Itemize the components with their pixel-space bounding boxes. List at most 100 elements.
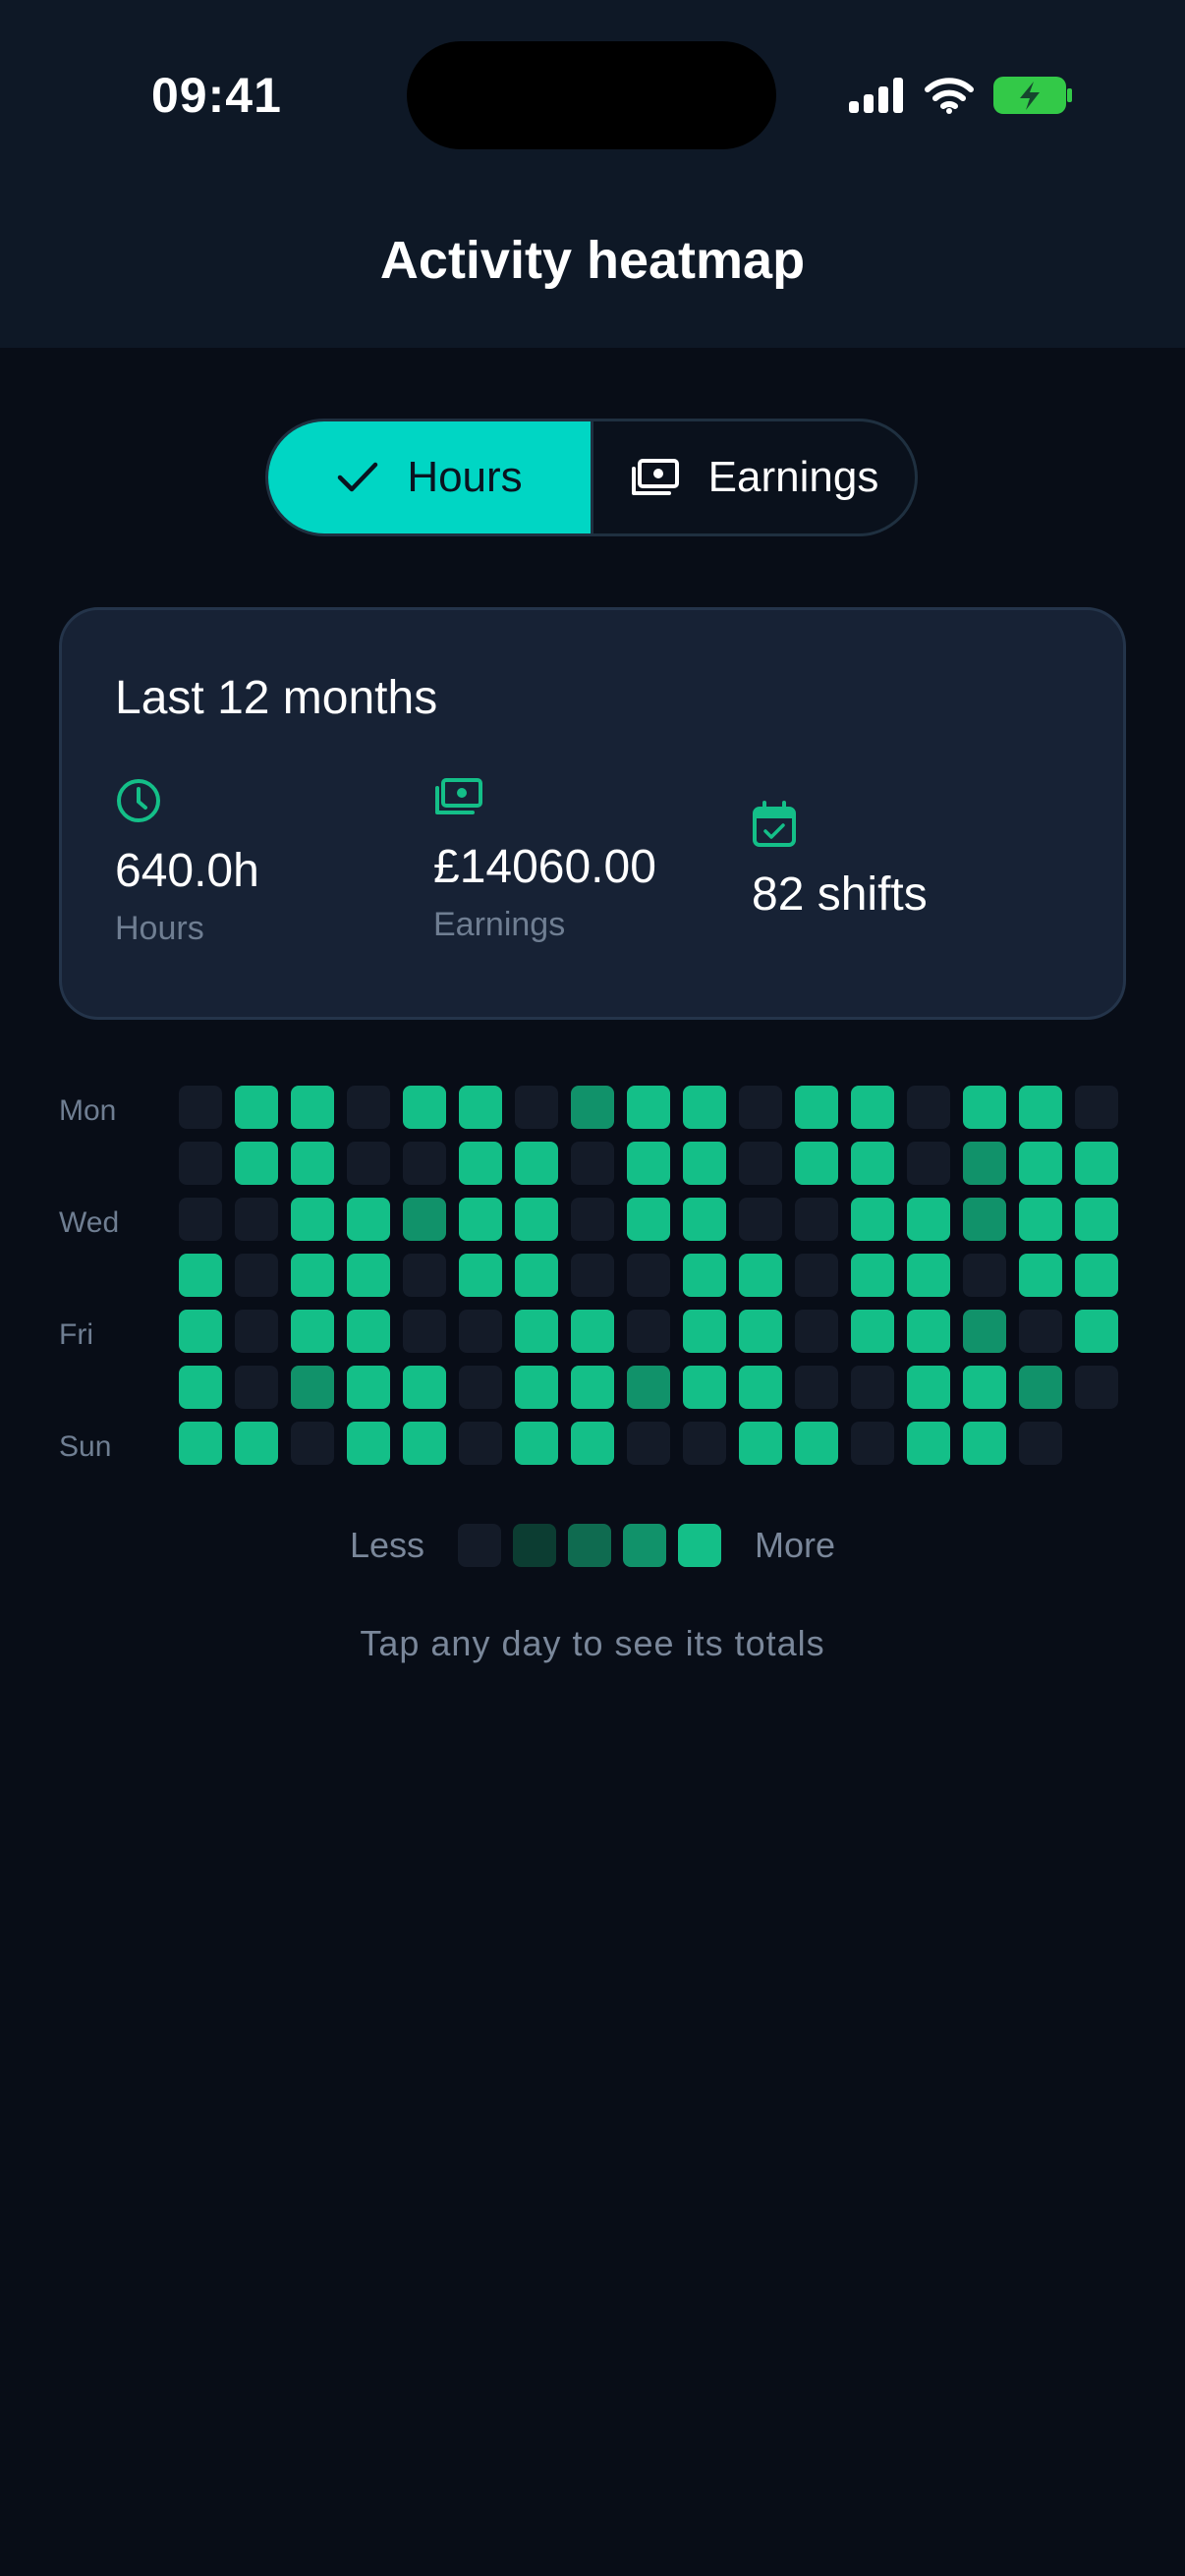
- heatmap-day-cell[interactable]: [515, 1254, 558, 1297]
- heatmap-day-cell[interactable]: [1075, 1198, 1118, 1241]
- heatmap-day-cell[interactable]: [571, 1198, 614, 1241]
- heatmap-day-cell[interactable]: [571, 1366, 614, 1409]
- heatmap-day-cell[interactable]: [235, 1198, 278, 1241]
- heatmap-day-cell[interactable]: [235, 1310, 278, 1353]
- heatmap-day-cell[interactable]: [179, 1198, 222, 1241]
- heatmap-day-cell[interactable]: [1019, 1198, 1062, 1241]
- heatmap-day-cell[interactable]: [795, 1086, 838, 1129]
- heatmap-day-cell[interactable]: [907, 1198, 950, 1241]
- heatmap-day-cell[interactable]: [347, 1198, 390, 1241]
- heatmap-day-cell[interactable]: [179, 1310, 222, 1353]
- heatmap-day-cell[interactable]: [1019, 1422, 1062, 1465]
- heatmap-day-cell[interactable]: [963, 1422, 1006, 1465]
- heatmap-day-cell[interactable]: [571, 1086, 614, 1129]
- heatmap-day-cell[interactable]: [627, 1310, 670, 1353]
- heatmap-day-cell[interactable]: [851, 1254, 894, 1297]
- heatmap-day-cell[interactable]: [347, 1310, 390, 1353]
- heatmap-day-cell[interactable]: [403, 1086, 446, 1129]
- heatmap-day-cell[interactable]: [291, 1198, 334, 1241]
- heatmap-day-cell[interactable]: [235, 1422, 278, 1465]
- heatmap-day-cell[interactable]: [1019, 1310, 1062, 1353]
- heatmap-day-cell[interactable]: [459, 1142, 502, 1185]
- heatmap-day-cell[interactable]: [347, 1422, 390, 1465]
- heatmap-day-cell[interactable]: [851, 1422, 894, 1465]
- heatmap-day-cell[interactable]: [963, 1142, 1006, 1185]
- heatmap-day-cell[interactable]: [963, 1086, 1006, 1129]
- heatmap-day-cell[interactable]: [795, 1422, 838, 1465]
- heatmap-day-cell[interactable]: [1019, 1254, 1062, 1297]
- heatmap-day-cell[interactable]: [459, 1366, 502, 1409]
- heatmap-day-cell[interactable]: [179, 1086, 222, 1129]
- heatmap-day-cell[interactable]: [683, 1086, 726, 1129]
- heatmap-day-cell[interactable]: [963, 1366, 1006, 1409]
- heatmap-day-cell[interactable]: [403, 1422, 446, 1465]
- heatmap-day-cell[interactable]: [515, 1310, 558, 1353]
- heatmap-day-cell[interactable]: [459, 1254, 502, 1297]
- heatmap-day-cell[interactable]: [627, 1366, 670, 1409]
- heatmap-day-cell[interactable]: [683, 1366, 726, 1409]
- heatmap-day-cell[interactable]: [907, 1422, 950, 1465]
- heatmap-day-cell[interactable]: [739, 1142, 782, 1185]
- heatmap-day-cell[interactable]: [1075, 1254, 1118, 1297]
- heatmap-day-cell[interactable]: [459, 1310, 502, 1353]
- heatmap-day-cell[interactable]: [515, 1142, 558, 1185]
- heatmap-day-cell[interactable]: [347, 1254, 390, 1297]
- heatmap-day-cell[interactable]: [291, 1422, 334, 1465]
- heatmap-day-cell[interactable]: [963, 1198, 1006, 1241]
- heatmap-day-cell[interactable]: [795, 1198, 838, 1241]
- heatmap-day-cell[interactable]: [907, 1254, 950, 1297]
- heatmap-day-cell[interactable]: [739, 1254, 782, 1297]
- heatmap-day-cell[interactable]: [515, 1198, 558, 1241]
- heatmap-day-cell[interactable]: [851, 1086, 894, 1129]
- heatmap-day-cell[interactable]: [571, 1142, 614, 1185]
- heatmap-day-cell[interactable]: [1075, 1310, 1118, 1353]
- heatmap-day-cell[interactable]: [179, 1254, 222, 1297]
- heatmap-day-cell[interactable]: [291, 1086, 334, 1129]
- heatmap-day-cell[interactable]: [739, 1366, 782, 1409]
- heatmap-day-cell[interactable]: [403, 1198, 446, 1241]
- heatmap-day-cell[interactable]: [1019, 1086, 1062, 1129]
- heatmap-day-cell[interactable]: [347, 1086, 390, 1129]
- toggle-earnings[interactable]: Earnings: [591, 421, 915, 533]
- heatmap-day-cell[interactable]: [235, 1366, 278, 1409]
- heatmap-day-cell[interactable]: [627, 1086, 670, 1129]
- heatmap-day-cell[interactable]: [739, 1310, 782, 1353]
- heatmap-day-cell[interactable]: [403, 1142, 446, 1185]
- heatmap-day-cell[interactable]: [1019, 1142, 1062, 1185]
- heatmap-day-cell[interactable]: [907, 1142, 950, 1185]
- heatmap-day-cell[interactable]: [683, 1142, 726, 1185]
- heatmap-day-cell[interactable]: [403, 1310, 446, 1353]
- heatmap-day-cell[interactable]: [179, 1422, 222, 1465]
- heatmap-day-cell[interactable]: [515, 1086, 558, 1129]
- heatmap-day-cell[interactable]: [907, 1310, 950, 1353]
- heatmap-day-cell[interactable]: [291, 1254, 334, 1297]
- heatmap-day-cell[interactable]: [963, 1254, 1006, 1297]
- heatmap-day-cell[interactable]: [515, 1422, 558, 1465]
- heatmap-day-cell[interactable]: [459, 1422, 502, 1465]
- heatmap-day-cell[interactable]: [403, 1366, 446, 1409]
- heatmap-day-cell[interactable]: [571, 1310, 614, 1353]
- heatmap-day-cell[interactable]: [179, 1366, 222, 1409]
- heatmap-day-cell[interactable]: [235, 1086, 278, 1129]
- heatmap-day-cell[interactable]: [627, 1254, 670, 1297]
- heatmap-day-cell[interactable]: [291, 1142, 334, 1185]
- heatmap-day-cell[interactable]: [795, 1254, 838, 1297]
- heatmap-day-cell[interactable]: [851, 1142, 894, 1185]
- heatmap-day-cell[interactable]: [627, 1198, 670, 1241]
- heatmap-day-cell[interactable]: [235, 1254, 278, 1297]
- heatmap-day-cell[interactable]: [571, 1422, 614, 1465]
- heatmap-day-cell[interactable]: [683, 1422, 726, 1465]
- heatmap-day-cell[interactable]: [683, 1198, 726, 1241]
- heatmap-day-cell[interactable]: [459, 1198, 502, 1241]
- heatmap-day-cell[interactable]: [291, 1310, 334, 1353]
- heatmap-day-cell[interactable]: [1075, 1086, 1118, 1129]
- heatmap-day-cell[interactable]: [1075, 1142, 1118, 1185]
- heatmap-day-cell[interactable]: [795, 1310, 838, 1353]
- heatmap-day-cell[interactable]: [739, 1422, 782, 1465]
- heatmap-day-cell[interactable]: [515, 1366, 558, 1409]
- heatmap-day-cell[interactable]: [739, 1086, 782, 1129]
- heatmap-day-cell[interactable]: [851, 1366, 894, 1409]
- heatmap-day-cell[interactable]: [907, 1086, 950, 1129]
- heatmap-day-cell[interactable]: [627, 1422, 670, 1465]
- heatmap-day-cell[interactable]: [1019, 1366, 1062, 1409]
